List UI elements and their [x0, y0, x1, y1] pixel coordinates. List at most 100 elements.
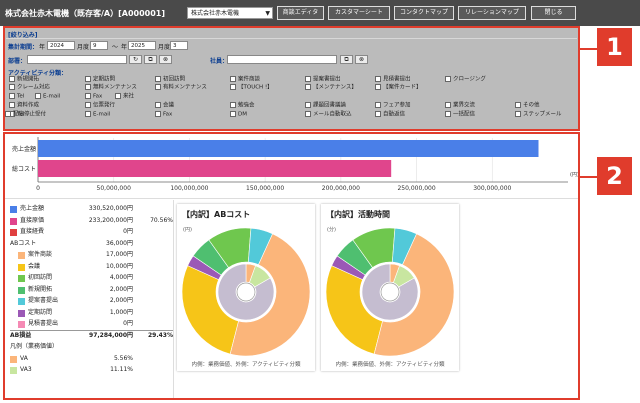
checkbox-box[interactable] — [305, 84, 311, 90]
close-button[interactable]: 閉じる — [531, 6, 576, 20]
checkbox-box[interactable] — [155, 111, 161, 117]
activity-checkbox[interactable]: 一括配信 — [445, 111, 475, 119]
checkbox-box[interactable] — [375, 102, 381, 108]
activity-checkbox[interactable]: 【TOUCH !】 — [230, 84, 273, 92]
activity-checkbox[interactable]: 勉強会 — [230, 102, 255, 110]
checkbox-box[interactable] — [9, 84, 15, 90]
activity-checkbox[interactable]: フェア参加 — [375, 102, 411, 110]
checkbox-box[interactable] — [230, 84, 236, 90]
checkbox-box[interactable] — [85, 111, 91, 117]
activity-checkbox[interactable]: 来社 — [115, 93, 134, 101]
checkbox-box[interactable] — [445, 111, 451, 117]
activity-checkbox[interactable]: 【メンテナンス】 — [305, 84, 357, 92]
activity-checkbox[interactable]: 案件商談 — [230, 76, 260, 84]
x-tick-label: 50,000,000 — [97, 185, 132, 192]
activity-checkbox[interactable]: ステップメール — [515, 111, 562, 119]
activity-checkbox[interactable]: 初回訪問 — [155, 76, 185, 84]
to-year-select[interactable]: 2025 — [128, 41, 156, 50]
checkbox-box[interactable] — [9, 93, 15, 99]
legend-label: 定期訪問 — [28, 308, 53, 316]
staff-label: 社員： — [210, 58, 229, 65]
activity-checkbox[interactable]: 配信停止受付 — [5, 111, 46, 119]
activity-checkbox[interactable]: クロージング — [445, 76, 486, 84]
dept-input[interactable] — [27, 55, 127, 64]
checkbox-box[interactable] — [155, 102, 161, 108]
activity-checkbox[interactable]: 無料メンテナンス — [85, 84, 137, 92]
checkbox-box[interactable] — [305, 111, 311, 117]
activity-checkbox[interactable]: Tel — [9, 93, 24, 101]
activity-checkbox[interactable]: クレーム対応 — [9, 84, 50, 92]
checkbox-box[interactable] — [9, 76, 15, 82]
activity-checkbox[interactable]: 新規開拓 — [9, 76, 39, 84]
checkbox-box[interactable] — [305, 102, 311, 108]
activity-checkbox[interactable]: DM — [230, 111, 247, 119]
activity-checkbox[interactable]: 【案件カード】 — [375, 84, 422, 92]
checkbox-box[interactable] — [115, 93, 121, 99]
checkbox-label: メール自動取込 — [313, 111, 352, 118]
checkbox-box[interactable] — [85, 102, 91, 108]
legend-value: 10,000円 — [106, 262, 133, 270]
activity-checkbox[interactable]: 定期訪問 — [85, 76, 115, 84]
checkbox-box[interactable] — [85, 84, 91, 90]
contact-map-button[interactable]: コンタクトマップ — [394, 6, 454, 20]
checkbox-box[interactable] — [5, 111, 11, 117]
checkbox-box[interactable] — [375, 84, 381, 90]
legend-label: 見積書提出 — [28, 320, 59, 327]
checkbox-box[interactable] — [230, 111, 236, 117]
checkbox-box[interactable] — [230, 102, 236, 108]
activity-checkbox[interactable]: 見積書提出 — [375, 76, 411, 84]
legend-value: 36,000円 — [106, 239, 133, 247]
refresh-icon[interactable]: ↻ — [129, 55, 142, 64]
activity-checkbox[interactable]: メール自動取込 — [305, 111, 352, 119]
checkbox-box[interactable] — [155, 76, 161, 82]
from-month-select[interactable]: 9 — [90, 41, 108, 50]
customer-select[interactable]: 株式会社赤木電機 ▼ — [187, 7, 273, 19]
activity-checkbox[interactable]: 伝票発行 — [85, 102, 115, 110]
copy-icon[interactable]: ⧉ — [340, 55, 353, 64]
activity-checkbox[interactable]: E-mail — [85, 111, 110, 119]
activity-checkbox[interactable]: E-mail — [35, 93, 60, 101]
activity-checkbox[interactable]: 課題回書議論 — [305, 102, 346, 110]
customer-select-value: 株式会社赤木電機 — [191, 10, 240, 17]
legend-value: 0円 — [123, 228, 133, 235]
activity-checkbox[interactable]: Fax — [85, 93, 102, 101]
checkbox-box[interactable] — [445, 76, 451, 82]
checkbox-box[interactable] — [375, 76, 381, 82]
bar — [38, 140, 539, 157]
activity-checkbox[interactable]: 資料作成 — [9, 102, 39, 110]
copy-icon[interactable]: ⧉ — [144, 55, 157, 64]
customer-sheet-button[interactable]: カスタマーシート — [328, 6, 390, 20]
legend-value: 4,000円 — [109, 274, 133, 281]
clear-icon[interactable]: ⊗ — [159, 55, 172, 64]
deal-editor-button[interactable]: 商談エディタ — [277, 6, 324, 20]
checkbox-box[interactable] — [305, 76, 311, 82]
page-title: 株式会社赤木電機（既存客/A）[A000001] — [5, 9, 166, 18]
activity-checkbox[interactable]: 会議 — [155, 102, 174, 110]
checkbox-box[interactable] — [515, 111, 521, 117]
staff-input[interactable] — [227, 55, 337, 64]
checkbox-box[interactable] — [85, 76, 91, 82]
legend-row: VA3 11.11% — [10, 365, 173, 375]
checkbox-box[interactable] — [9, 102, 15, 108]
checkbox-box[interactable] — [375, 111, 381, 117]
clear-icon[interactable]: ⊗ — [355, 55, 368, 64]
activity-checkbox[interactable]: 業界交流 — [445, 102, 475, 110]
checkbox-box[interactable] — [445, 102, 451, 108]
checkbox-box[interactable] — [230, 76, 236, 82]
activity-checkbox[interactable]: 有料メンテナンス — [155, 84, 207, 92]
from-year-select[interactable]: 2024 — [47, 41, 75, 50]
activity-checkbox[interactable]: その他 — [515, 102, 540, 110]
checkbox-box[interactable] — [85, 93, 91, 99]
relation-map-button[interactable]: リレーションマップ — [458, 6, 526, 20]
checkbox-box[interactable] — [35, 93, 41, 99]
activity-checkbox[interactable]: Fax — [155, 111, 172, 119]
checkbox-box[interactable] — [155, 84, 161, 90]
checkbox-label: フェア参加 — [383, 102, 411, 109]
legend-label: AB損益 — [10, 331, 32, 339]
checkbox-box[interactable] — [515, 102, 521, 108]
activity-checkbox[interactable]: 提案書提出 — [305, 76, 341, 84]
activity-checkbox[interactable]: 自動返信 — [375, 111, 405, 119]
to-month-select[interactable]: 3 — [170, 41, 188, 50]
to-year-value: 2025 — [131, 43, 145, 49]
x-tick-label: 300,000,000 — [473, 185, 511, 192]
